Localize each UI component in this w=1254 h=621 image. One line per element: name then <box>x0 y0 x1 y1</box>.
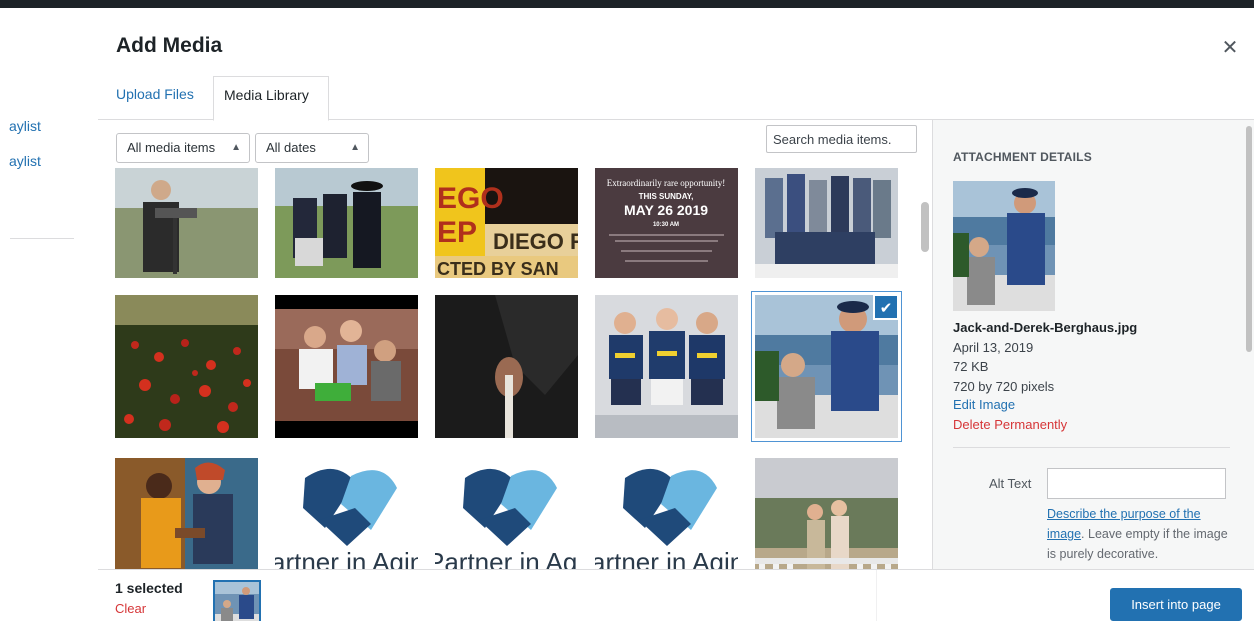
attachment-filename: Jack-and-Derek-Berghaus.jpg <box>953 320 1138 335</box>
insert-into-page-button[interactable]: Insert into page <box>1110 588 1242 621</box>
details-scrollbar[interactable] <box>1244 120 1254 569</box>
date-filter[interactable]: All dates ▲ <box>255 133 369 163</box>
attachment-date: April 13, 2019 <box>953 340 1034 355</box>
edit-image-link[interactable]: Edit Image <box>953 397 1015 412</box>
thumbnail-image <box>115 295 258 438</box>
media-modal: Add Media ✕ Upload Files Media Library A… <box>98 8 1254 621</box>
divider <box>953 447 1230 448</box>
flyer-text: 10:30 AM <box>653 222 679 228</box>
media-item[interactable] <box>435 295 578 438</box>
media-item[interactable]: artner in Agin <box>595 458 738 569</box>
media-item[interactable] <box>115 295 258 438</box>
search-media-input[interactable] <box>766 125 917 153</box>
svg-text:CTED BY SAN: CTED BY SAN <box>437 259 559 278</box>
media-footer-toolbar: 1 selected Clear Insert into page <box>98 569 1254 621</box>
media-item[interactable] <box>755 458 898 569</box>
attachment-dimensions: 720 by 720 pixels <box>953 379 1055 394</box>
background-link[interactable]: aylist <box>9 118 41 134</box>
media-item[interactable] <box>275 295 418 438</box>
thumbnail-image <box>215 582 259 621</box>
page-backdrop: aylist aylist <box>0 8 98 621</box>
grid-scrollbar[interactable] <box>918 168 932 569</box>
media-item[interactable] <box>115 458 258 569</box>
svg-text:EP: EP <box>437 216 477 249</box>
media-type-filter-value: All media items <box>127 140 216 155</box>
attachment-details-panel: ATTACHMENT DETAILS Jack-and-Derek-Bergha… <box>932 120 1254 569</box>
background-link[interactable]: aylist <box>9 153 41 169</box>
media-item-selected[interactable]: ✔ <box>752 292 901 441</box>
attachment-filesize: 72 KB <box>953 359 989 374</box>
media-item[interactable]: Partner in Aging <box>435 458 578 569</box>
logo-text: artner in Agin <box>595 547 738 569</box>
flyer-text: MAY 26 2019 <box>624 202 708 218</box>
thumbnail-image <box>435 295 578 438</box>
select-arrows-icon: ▲ <box>231 142 241 153</box>
media-grid: DIEGO R CTED BY SAN EGO EP Extraordinari… <box>98 168 932 569</box>
media-type-filter[interactable]: All media items ▲ <box>116 133 250 163</box>
flyer-text: THIS SUNDAY, <box>639 192 694 201</box>
attachment-preview <box>953 181 1055 311</box>
preview-image <box>953 181 1055 311</box>
selection-thumbnail[interactable] <box>213 580 261 621</box>
admin-bar <box>0 0 1254 8</box>
clear-selection-link[interactable]: Clear <box>115 601 146 616</box>
media-item[interactable] <box>275 168 418 278</box>
media-item[interactable] <box>115 168 258 278</box>
scrollbar-thumb[interactable] <box>1246 126 1252 352</box>
thumbnail-image <box>755 458 898 569</box>
thumbnail-image <box>755 168 898 278</box>
flyer-text: Extraordinarily rare opportunity! <box>607 178 725 188</box>
thumbnail-image: Partner in Aging <box>435 458 578 569</box>
thumbnail-image <box>275 295 418 438</box>
selected-check-icon[interactable]: ✔ <box>873 295 898 320</box>
selection-count: 1 selected <box>115 580 183 596</box>
tab-media-library[interactable]: Media Library <box>213 76 329 121</box>
attachment-details-heading: ATTACHMENT DETAILS <box>953 150 1092 164</box>
thumbnail-image: DIEGO R CTED BY SAN EGO EP <box>435 168 578 278</box>
svg-text:DIEGO R: DIEGO R <box>493 229 578 254</box>
delete-permanently-link[interactable]: Delete Permanently <box>953 417 1067 432</box>
divider <box>876 570 877 621</box>
thumbnail-image <box>595 295 738 438</box>
media-item[interactable] <box>595 295 738 438</box>
thumbnail-image: Extraordinarily rare opportunity! THIS S… <box>595 168 738 278</box>
divider <box>10 238 74 239</box>
svg-text:EGO: EGO <box>437 182 504 215</box>
logo-text: Partner in Aging <box>435 547 578 569</box>
thumbnail-image: artner in Agin <box>595 458 738 569</box>
alt-text-input[interactable] <box>1047 468 1226 499</box>
select-arrows-icon: ▲ <box>350 142 360 153</box>
close-icon[interactable]: ✕ <box>1218 38 1242 62</box>
modal-title: Add Media <box>116 34 223 57</box>
media-item[interactable] <box>755 168 898 278</box>
thumbnail-image <box>115 168 258 278</box>
thumbnail-image <box>275 168 418 278</box>
logo-text: artner in Agin <box>275 547 418 569</box>
alt-text-label: Alt Text <box>989 476 1032 491</box>
alt-text-help: Describe the purpose of the image. Leave… <box>1047 504 1229 564</box>
media-item[interactable]: DIEGO R CTED BY SAN EGO EP <box>435 168 578 278</box>
thumbnail-image: artner in Agin <box>275 458 418 569</box>
date-filter-value: All dates <box>266 140 316 155</box>
scrollbar-thumb[interactable] <box>921 202 929 252</box>
thumbnail-image <box>115 458 258 569</box>
tab-upload-files[interactable]: Upload Files <box>106 76 204 120</box>
media-item[interactable]: Extraordinarily rare opportunity! THIS S… <box>595 168 738 278</box>
media-item[interactable]: artner in Agin <box>275 458 418 569</box>
